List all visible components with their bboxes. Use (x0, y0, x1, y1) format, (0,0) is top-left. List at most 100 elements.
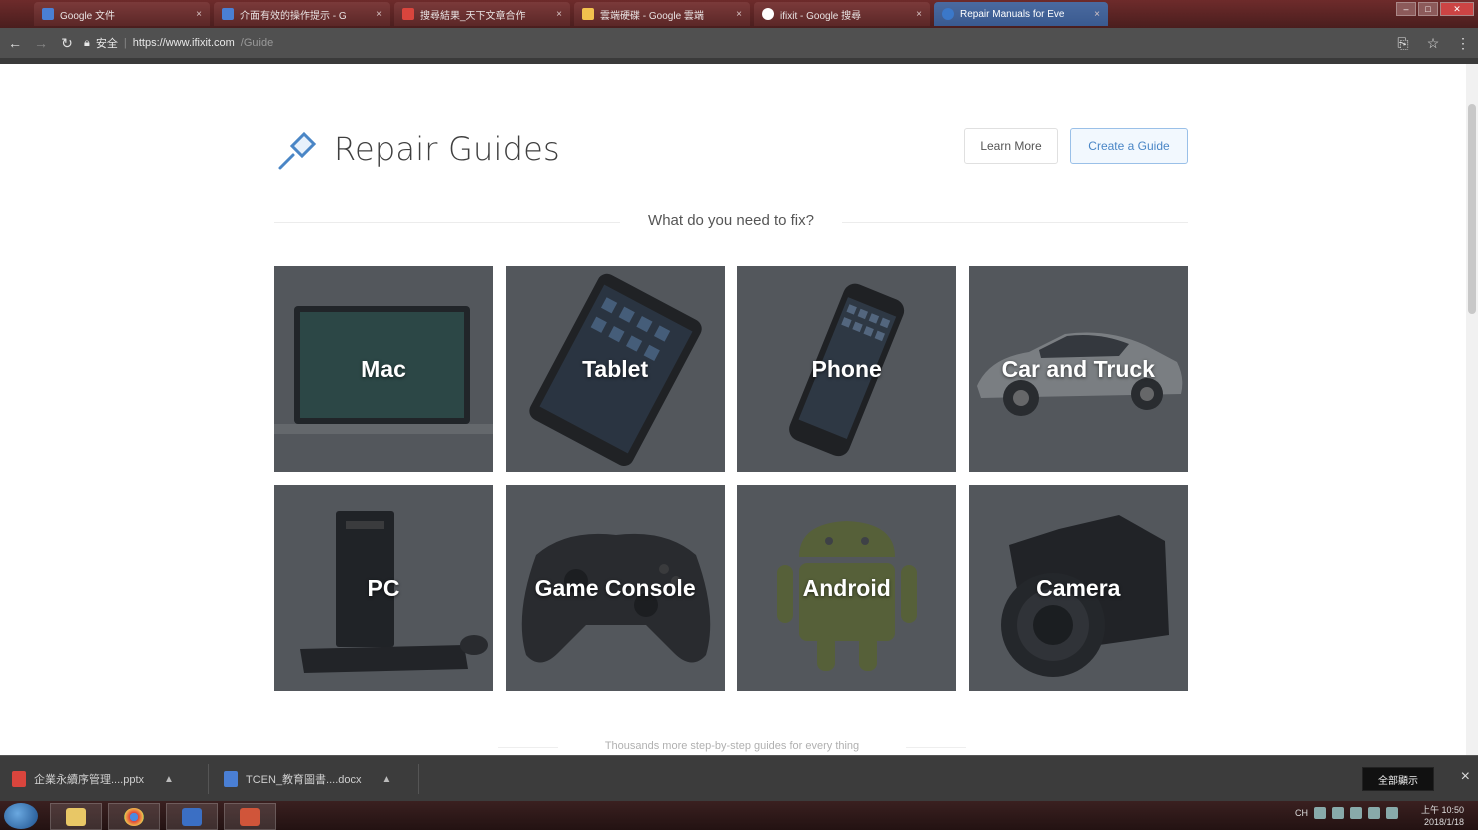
taskbar-word[interactable] (166, 803, 218, 830)
tile-label: Phone (811, 355, 882, 382)
docs-icon (42, 8, 54, 20)
tab-title: 介面有效的操作提示 - G (240, 10, 347, 22)
category-tile-tablet[interactable]: Tablet (505, 266, 725, 472)
chrome-icon (124, 807, 144, 826)
close-icon[interactable]: × (1094, 9, 1100, 20)
tray-network-icon[interactable] (1350, 807, 1362, 819)
download-separator (418, 764, 419, 794)
docs-icon (222, 8, 234, 20)
tile-label: Car and Truck (1001, 355, 1155, 382)
category-tile-pc[interactable]: PC (274, 485, 493, 691)
chevron-up-icon[interactable]: ▲ (382, 774, 392, 785)
close-icon[interactable]: × (196, 9, 202, 20)
url-separator: | (123, 37, 127, 49)
clock-time: 上午 10:50 (1420, 805, 1464, 815)
tray-volume-icon[interactable] (1386, 807, 1398, 819)
page-scrollbar[interactable] (1466, 64, 1478, 755)
tab-search-results[interactable]: 搜尋結果_天下文章合作 × (394, 2, 570, 26)
download-item-pptx[interactable]: 企業永續序管理....pptx ▲ (12, 766, 174, 792)
clock-date: 2018/1/18 (1423, 817, 1464, 827)
url-path: /Guide (240, 37, 274, 49)
folder-icon (66, 807, 86, 826)
ifixit-icon (942, 8, 954, 20)
maximize-button[interactable]: □ (1418, 2, 1438, 16)
bookmark-star-icon[interactable]: ☆ (1424, 34, 1442, 52)
tab-title: 雲端硬碟 - Google 雲端 (600, 10, 704, 22)
taskbar-powerpoint[interactable] (224, 803, 276, 830)
category-tile-car[interactable]: Car and Truck (968, 266, 1188, 472)
os-taskbar: CH 上午 10:50 2018/1/18 (0, 801, 1478, 830)
tab-title: Repair Manuals for Eve (960, 8, 1065, 20)
more-guides-text: Thousands more step-by-step guides for e… (604, 740, 860, 752)
scrollbar-thumb[interactable] (1468, 104, 1476, 314)
page-header: Repair Guides Learn More Create a Guide (274, 126, 1188, 174)
close-window-button[interactable]: ✕ (1440, 2, 1474, 16)
show-all-downloads-button[interactable]: 全部顯示 (1362, 767, 1434, 791)
taskbar-explorer[interactable] (50, 803, 102, 830)
tile-label: Tablet (582, 355, 649, 382)
word-icon (182, 807, 202, 826)
start-button[interactable] (4, 803, 38, 829)
section-prompt: What do you need to fix? (620, 212, 842, 229)
tab-ifixit-active[interactable]: Repair Manuals for Eve × (934, 2, 1108, 26)
taskbar-chrome[interactable] (108, 803, 160, 830)
menu-icon[interactable]: ⋮ (1454, 34, 1472, 52)
google-icon (762, 8, 774, 20)
category-tile-phone[interactable]: Phone (737, 266, 957, 472)
language-indicator[interactable]: CH (1295, 808, 1308, 818)
forward-icon[interactable]: → (32, 34, 50, 52)
lock-icon: 🔒︎ (84, 36, 90, 49)
tab-title: 搜尋結果_天下文章合作 (420, 10, 526, 22)
close-icon[interactable]: × (556, 9, 562, 20)
browser-tabstrip: Google 文件 × 介面有效的操作提示 - G × 搜尋結果_天下文章合作 … (0, 0, 1478, 28)
category-tile-mac[interactable]: Mac (274, 266, 493, 472)
close-icon[interactable]: × (376, 9, 382, 20)
system-clock[interactable]: 上午 10:50 2018/1/18 (1421, 804, 1464, 828)
tile-label: Game Console (534, 574, 696, 601)
powerpoint-file-icon (12, 771, 26, 787)
drive-icon (582, 8, 594, 20)
translate-icon[interactable]: ⎘ (1394, 34, 1412, 52)
tile-label: Android (802, 574, 891, 601)
downloads-bar: 企業永續序管理....pptx ▲ TCEN_教育圖書....docx ▲ 全部… (0, 755, 1478, 801)
system-tray: CH (1295, 807, 1398, 819)
category-tile-android[interactable]: Android (737, 485, 957, 691)
more-divider-left (498, 747, 558, 748)
minimize-button[interactable]: – (1396, 2, 1416, 16)
tile-label: Camera (1036, 574, 1121, 601)
screwdriver-icon (278, 131, 317, 170)
tile-label: Mac (361, 355, 406, 382)
tab-title: ifixit - Google 搜尋 (780, 10, 862, 22)
close-icon[interactable]: × (736, 9, 742, 20)
close-icon[interactable]: × (916, 9, 922, 20)
tray-ime-icon[interactable] (1332, 807, 1344, 819)
reload-icon[interactable]: ↻ (58, 34, 76, 52)
powerpoint-icon (240, 807, 260, 826)
download-separator (208, 764, 209, 794)
page-icon (402, 8, 414, 20)
create-guide-button[interactable]: Create a Guide (1070, 128, 1188, 164)
chevron-up-icon[interactable]: ▲ (164, 774, 174, 785)
tray-flag-icon[interactable] (1368, 807, 1380, 819)
tab-docs-2[interactable]: 介面有效的操作提示 - G × (214, 2, 390, 26)
tab-google-docs[interactable]: Google 文件 × (34, 2, 210, 26)
tab-title: Google 文件 (60, 10, 116, 22)
tab-google-drive[interactable]: 雲端硬碟 - Google 雲端 × (574, 2, 750, 26)
url-host: https://www.ifixit.com (132, 37, 235, 49)
category-tile-camera[interactable]: Camera (968, 485, 1188, 691)
back-icon[interactable]: ← (6, 34, 24, 52)
browser-toolbar: ← → ↻ 🔒︎ 安全 | https://www.ifixit.com/Gui… (0, 28, 1478, 58)
category-grid: Mac Tablet Phone Car and Truck PC Game C… (274, 266, 1188, 691)
download-filename: 企業永續序管理....pptx (34, 774, 145, 786)
learn-more-button[interactable]: Learn More (964, 128, 1058, 164)
tab-google-search[interactable]: ifixit - Google 搜尋 × (754, 2, 930, 26)
close-downloads-icon[interactable]: × (1461, 768, 1470, 786)
page-title: Repair Guides (334, 130, 560, 168)
word-file-icon (224, 771, 238, 787)
window-controls: – □ ✕ (1396, 2, 1474, 16)
tray-app-icon[interactable] (1314, 807, 1326, 819)
address-bar[interactable]: 🔒︎ 安全 | https://www.ifixit.com/Guide (84, 32, 1386, 54)
secure-label: 安全 (95, 38, 118, 50)
download-item-docx[interactable]: TCEN_教育圖書....docx ▲ (224, 766, 391, 792)
category-tile-game-console[interactable]: Game Console (505, 485, 725, 691)
